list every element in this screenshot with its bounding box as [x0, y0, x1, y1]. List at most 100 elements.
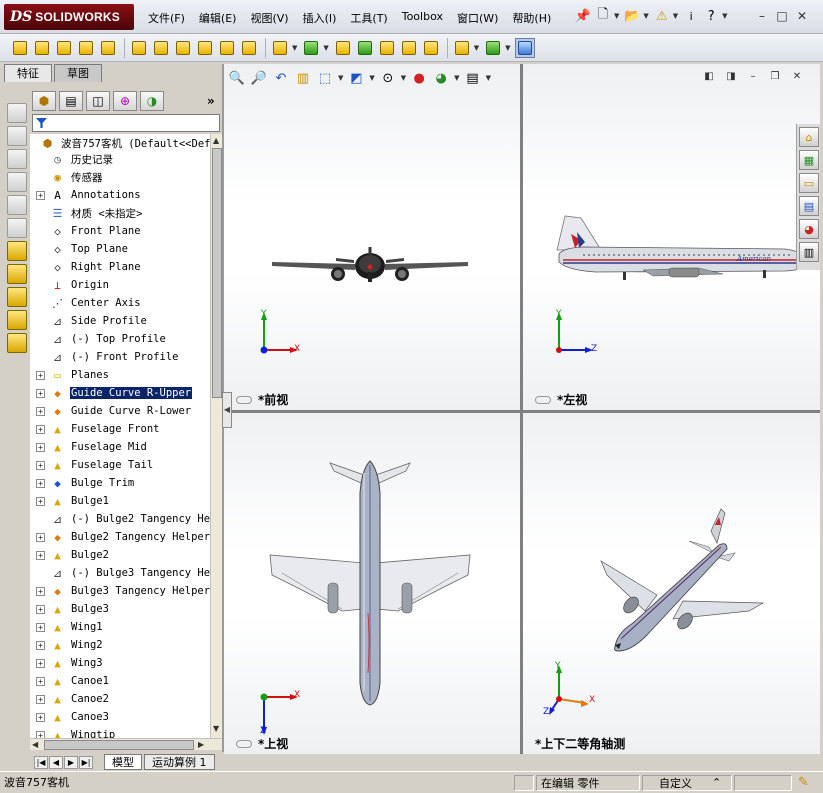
tree-node[interactable]: + ▲ Canoe1: [30, 672, 110, 690]
hide-show-items-icon[interactable]: ⊙: [379, 69, 397, 87]
expand-icon[interactable]: +: [36, 496, 45, 506]
fillet-icon[interactable]: [239, 38, 259, 58]
close-button[interactable]: ✕: [792, 8, 812, 24]
chevron-down-icon[interactable]: ▼: [474, 44, 479, 52]
tree-node[interactable]: ⊿ (-) Front Profile: [30, 348, 179, 366]
tree-node[interactable]: ◇ Front Plane: [30, 222, 142, 240]
info-icon[interactable]: i: [682, 6, 700, 26]
tree-node[interactable]: + ▲ Wing1: [30, 618, 104, 636]
draft-icon[interactable]: [355, 38, 375, 58]
vertical-split-icon[interactable]: ◧: [700, 70, 718, 84]
tree-node[interactable]: ◇ Top Plane: [30, 240, 129, 258]
open-icon[interactable]: 📂: [623, 6, 641, 26]
revolve-cut-icon[interactable]: [151, 38, 171, 58]
instant3d-icon[interactable]: [514, 37, 535, 58]
expand-icon[interactable]: +: [36, 730, 45, 738]
appearances-icon[interactable]: ◕: [799, 219, 819, 239]
last-tab-icon[interactable]: ▶|: [79, 756, 93, 769]
expand-icon[interactable]: +: [36, 388, 45, 398]
tree-node[interactable]: + ▲ Bulge1: [30, 492, 110, 510]
wrap-icon[interactable]: [399, 38, 419, 58]
tree-node[interactable]: ⋰ Center Axis: [30, 294, 142, 312]
tree-node[interactable]: + ▲ Wingtip: [30, 726, 116, 738]
tree-vertical-scrollbar[interactable]: ▲ ▼: [210, 134, 222, 738]
extrude-cut-icon[interactable]: [129, 38, 149, 58]
tree-node[interactable]: ⊿ (-) Top Profile: [30, 330, 167, 348]
menu-window[interactable]: 窗口(W): [457, 10, 498, 26]
menu-help[interactable]: 帮助(H): [512, 10, 551, 26]
property-manager-icon[interactable]: ▤: [59, 91, 83, 111]
previous-view-icon[interactable]: ↶: [272, 69, 290, 87]
chevron-down-icon[interactable]: ▼: [454, 74, 459, 82]
menu-edit[interactable]: 编辑(E): [199, 10, 237, 26]
scroll-left-icon[interactable]: ◀: [32, 740, 38, 749]
view-cube-icon[interactable]: [7, 172, 27, 192]
chevron-down-icon[interactable]: ▼: [292, 44, 297, 52]
expand-icon[interactable]: +: [36, 424, 45, 434]
tab-sketch[interactable]: 草图: [54, 64, 102, 82]
sweep-cut-icon[interactable]: [173, 38, 193, 58]
warning-icon[interactable]: ⚠: [653, 6, 671, 26]
view-orientation-icon[interactable]: ⬚: [316, 69, 334, 87]
component-icon[interactable]: [7, 333, 27, 353]
collapse-panel-handle[interactable]: ◀: [222, 392, 232, 428]
restore-button[interactable]: □: [772, 8, 792, 24]
tree-node[interactable]: ⊿ Side Profile: [30, 312, 148, 330]
tree-node[interactable]: ☰ 材质 <未指定>: [30, 204, 143, 222]
tree-node[interactable]: + ◆ Bulge3 Tangency Helper: [30, 582, 210, 600]
display-manager-icon[interactable]: ◑: [140, 91, 164, 111]
tree-filter[interactable]: [32, 114, 220, 132]
chevron-down-icon[interactable]: ▼: [323, 44, 328, 52]
view-cube-icon[interactable]: [7, 218, 27, 238]
menu-file[interactable]: 文件(F): [148, 10, 185, 26]
tree-node[interactable]: + ◆ Guide Curve R-Lower: [30, 402, 192, 420]
tab-features[interactable]: 特征: [4, 64, 52, 82]
chevron-down-icon[interactable]: ▼: [505, 44, 510, 52]
tree-node[interactable]: + ▲ Bulge3: [30, 600, 110, 618]
tree-node[interactable]: + ▲ Wing3: [30, 654, 104, 672]
menu-tools[interactable]: 工具(T): [350, 10, 387, 26]
expand-icon[interactable]: +: [36, 442, 45, 452]
minimize-button[interactable]: –: [752, 8, 772, 24]
section-view-icon[interactable]: ▥: [294, 69, 312, 87]
close-view-icon[interactable]: ✕: [788, 70, 806, 84]
tree-node[interactable]: ◉ 传感器: [30, 168, 104, 186]
shell-icon[interactable]: [270, 38, 290, 58]
chevron-down-icon[interactable]: ▼: [614, 12, 619, 20]
relation-icon[interactable]: [7, 287, 27, 307]
horizontal-split-icon[interactable]: ◨: [722, 70, 740, 84]
design-library-icon[interactable]: ▦: [799, 150, 819, 170]
link-views-icon[interactable]: [535, 395, 551, 404]
viewport-isometric[interactable]: Y Z X *上下二等角轴测: [523, 413, 820, 754]
expand-icon[interactable]: +: [36, 712, 45, 722]
expand-icon[interactable]: +: [36, 640, 45, 650]
solidworks-resources-icon[interactable]: ⌂: [799, 127, 819, 147]
rib-icon[interactable]: [333, 38, 353, 58]
expand-icon[interactable]: +: [36, 460, 45, 470]
minimize-view-icon[interactable]: –: [744, 70, 762, 84]
solidworks-logo[interactable]: DS SOLIDWORKS: [4, 4, 134, 30]
tree-node[interactable]: + ▲ Fuselage Tail: [30, 456, 154, 474]
tree-node[interactable]: ⊿ (-) Bulge2 Tangency Hel: [30, 510, 210, 528]
display-style-icon[interactable]: ◩: [347, 69, 365, 87]
dimxpert-icon[interactable]: ⊕: [113, 91, 137, 111]
tree-node[interactable]: + ◆ Bulge Trim: [30, 474, 135, 492]
tree-node[interactable]: + ▲ Bulge2: [30, 546, 110, 564]
tree-node[interactable]: + ◆ Bulge2 Tangency Helper: [30, 528, 210, 546]
pin-icon[interactable]: 📌: [574, 6, 592, 26]
configuration-manager-icon[interactable]: ◫: [86, 91, 110, 111]
loft-cut-icon[interactable]: [195, 38, 215, 58]
first-tab-icon[interactable]: |◀: [34, 756, 48, 769]
scroll-right-icon[interactable]: ▶: [198, 740, 204, 749]
scroll-thumb[interactable]: [44, 740, 194, 750]
file-explorer-icon[interactable]: ▭: [799, 173, 819, 193]
smart-dimension-icon[interactable]: [7, 264, 27, 284]
chevron-down-icon[interactable]: ▼: [673, 12, 678, 20]
chevron-down-icon[interactable]: ▼: [401, 74, 406, 82]
expand-icon[interactable]: +: [36, 676, 45, 686]
units-chevron-icon[interactable]: ⌃: [712, 775, 721, 791]
boundary-cut-icon[interactable]: [217, 38, 237, 58]
chevron-down-icon[interactable]: ▼: [338, 74, 343, 82]
viewport-top[interactable]: X Z *上视: [224, 413, 520, 754]
edit-appearance-icon[interactable]: ●: [410, 69, 428, 87]
